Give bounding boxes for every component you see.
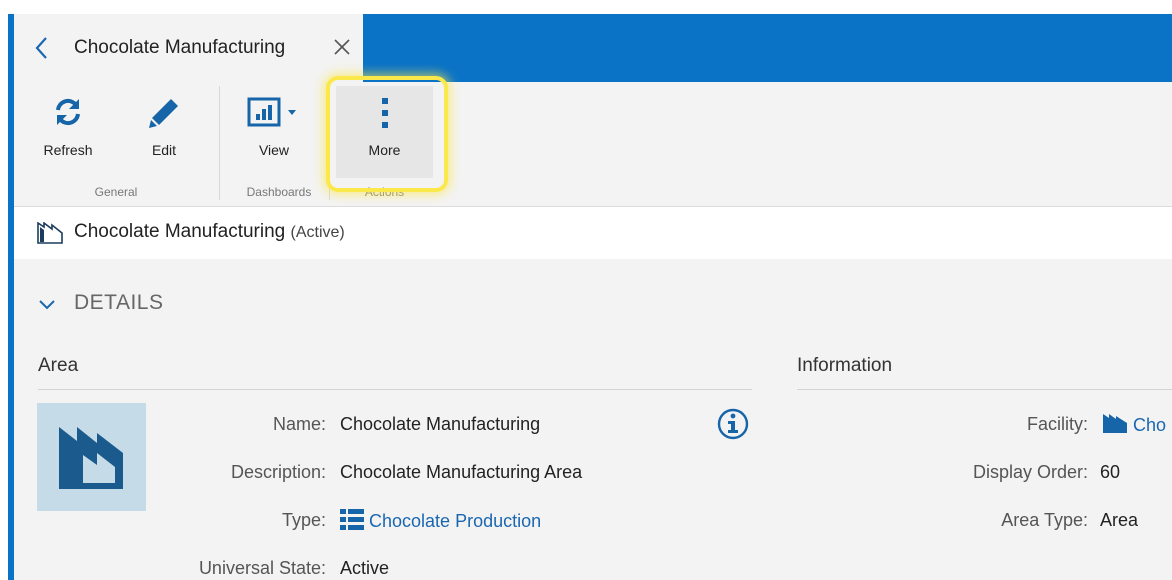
factory-icon [1103,414,1127,433]
chevron-left-icon[interactable] [32,32,52,64]
area-type-value: Area [1100,510,1139,530]
details-panel: DETAILS Area Information Name: Chocolate… [14,259,1172,580]
edit-label: Edit [151,142,177,158]
record-title: Chocolate Manufacturing (Active) [74,221,345,243]
record-header: Chocolate Manufacturing (Active) [14,206,1172,260]
chart-icon [247,97,296,127]
chevron-down-icon[interactable] [38,299,56,311]
area-type-label: Area Type: [1001,510,1088,530]
name-value: Chocolate Manufacturing [340,414,541,434]
facility-link[interactable]: Cho [1102,412,1166,436]
refresh-icon [56,98,80,126]
description-label: Description: [230,462,326,482]
facility-label: Facility: [1026,414,1088,434]
info-icon[interactable] [716,407,750,441]
factory-icon [59,427,123,489]
information-section-title: Information [797,355,893,376]
edit-button[interactable]: Edit [124,82,204,178]
universal-state-value: Active [340,558,390,578]
area-section-title: Area [38,355,79,376]
display-order-label: Display Order: [972,462,1088,482]
display-order-value: 60 [1100,462,1121,482]
refresh-button[interactable]: Refresh [28,82,108,178]
record-name: Chocolate Manufacturing [74,221,286,242]
universal-state-label: Universal State: [198,558,326,578]
view-label: View [258,142,290,158]
edit-icon [149,99,178,128]
tab-title: Chocolate Manufacturing [74,37,286,58]
list-icon [340,509,364,530]
divider [797,389,1172,390]
type-label: Type: [281,510,326,530]
name-label: Name: [272,414,326,434]
type-value: Chocolate Production [369,511,542,531]
close-icon[interactable] [330,35,354,59]
divider [38,389,752,390]
group-label-general: General [94,185,138,199]
facility-value: Cho [1133,415,1167,435]
group-label-dashboards: Dashboards [246,185,312,199]
refresh-label: Refresh [43,142,93,158]
more-highlight [326,76,448,192]
type-link[interactable]: Chocolate Production [340,508,541,532]
details-section-header[interactable]: DETAILS [74,291,163,315]
area-image [37,403,146,511]
view-button[interactable]: View [234,82,314,178]
record-tab[interactable]: Chocolate Manufacturing [14,14,363,82]
ribbon-toolbar: Refresh Edit General View Dashboards Mor… [14,76,1172,206]
record-state: (Active) [290,224,345,241]
factory-icon [37,222,63,244]
group-separator [219,86,220,200]
description-value: Chocolate Manufacturing Area [340,462,583,482]
